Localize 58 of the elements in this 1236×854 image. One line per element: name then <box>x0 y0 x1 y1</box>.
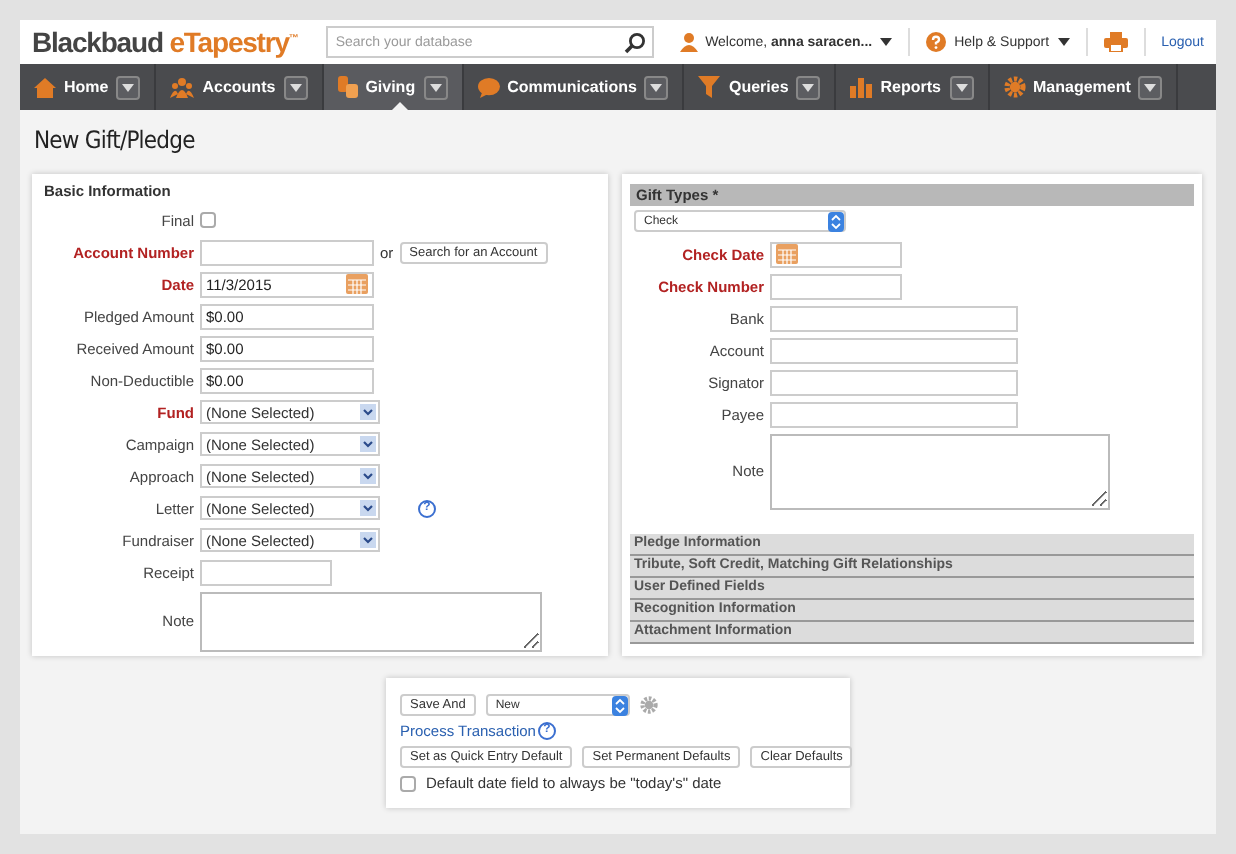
caret-icon <box>289 83 302 91</box>
date-field[interactable] <box>770 241 902 267</box>
dropdown-button[interactable] <box>116 75 141 99</box>
page-title: New Gift/Pledge <box>34 126 197 154</box>
search-icon <box>623 32 646 54</box>
chevron-icon <box>360 532 376 548</box>
nav-tab[interactable]: Giving <box>323 64 464 110</box>
logo: Blackbaud eTapestry$^{™}$ <box>32 26 298 58</box>
nav-tab[interactable]: Reports <box>836 64 990 110</box>
input-field[interactable] <box>200 559 332 585</box>
caret-icon <box>650 83 663 91</box>
chevron-icon <box>360 468 376 484</box>
nav-tab[interactable]: Management <box>989 64 1179 110</box>
funnel-icon <box>698 76 721 98</box>
caret-icon <box>955 83 968 91</box>
dropdown-button[interactable] <box>423 75 448 99</box>
gear-icon[interactable] <box>639 696 658 714</box>
printer-icon[interactable] <box>1103 32 1128 52</box>
input-field[interactable] <box>770 305 1018 331</box>
input-field[interactable] <box>770 401 1018 427</box>
input-field[interactable] <box>770 273 902 299</box>
checkbox[interactable] <box>400 775 416 791</box>
caret-icon <box>429 83 442 91</box>
people-icon <box>170 77 195 97</box>
caret-icon <box>880 38 893 46</box>
caret-icon <box>1144 83 1157 91</box>
user-icon <box>679 32 698 52</box>
dropdown-button[interactable] <box>1138 75 1163 99</box>
dropdown-button[interactable] <box>796 75 821 99</box>
caret-icon <box>802 83 815 91</box>
nav-tab[interactable]: Queries <box>684 64 837 110</box>
speech-bubble-icon <box>477 77 500 97</box>
gear-icon <box>1003 76 1026 98</box>
help-icon <box>926 32 947 52</box>
caret-icon <box>1057 38 1070 46</box>
stepper-icon <box>611 695 628 715</box>
chevron-icon <box>360 436 376 452</box>
coins-icon <box>337 76 358 98</box>
dropdown-button[interactable] <box>644 75 669 99</box>
note-field[interactable] <box>200 592 542 652</box>
calendar-icon <box>776 244 798 264</box>
calendar-icon <box>346 274 368 294</box>
chevron-icon <box>360 500 376 516</box>
stepper-icon <box>828 211 844 231</box>
bar-chart-icon <box>850 77 873 97</box>
input-field[interactable] <box>770 337 1018 363</box>
dropdown-button[interactable] <box>949 75 974 99</box>
chevron-icon <box>360 404 376 420</box>
caret-icon <box>122 83 135 91</box>
input-field[interactable] <box>200 239 374 265</box>
house-icon <box>34 77 56 97</box>
checkbox[interactable] <box>200 212 216 228</box>
input-field[interactable] <box>770 369 1018 395</box>
nav-tab[interactable]: Communications <box>463 64 685 110</box>
note-field[interactable] <box>770 434 1110 510</box>
dropdown-button[interactable] <box>283 75 308 99</box>
nav-tab[interactable]: Accounts <box>156 64 324 110</box>
nav-tab[interactable]: Home <box>20 64 157 110</box>
